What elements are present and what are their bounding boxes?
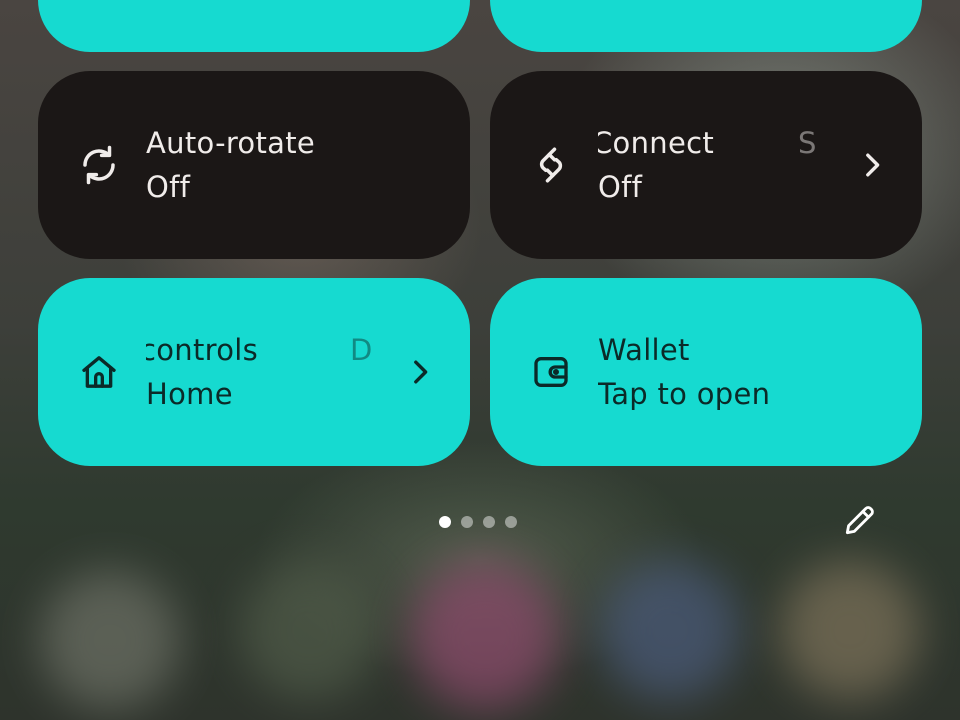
connect-icon [530,144,572,186]
blurred-app-icon [410,560,560,710]
quick-tile-wallet[interactable]: Wallet Tap to open [490,278,922,466]
edit-button[interactable] [838,500,882,544]
tile-status: Off [598,170,643,204]
quick-tile-home-controls[interactable]: controls D Home [38,278,470,466]
chevron-right-icon[interactable] [408,357,432,387]
blurred-app-icon [40,570,180,710]
blurred-app-icon [240,560,380,700]
home-icon [78,351,120,393]
page-dot-active [439,516,451,528]
page-dot [483,516,495,528]
clipped-label-fragment: S [798,126,817,160]
tile-text: Auto-rotate Off [146,121,366,209]
clipped-label-fragment: D [350,333,373,367]
quick-tile-top-left[interactable] [38,0,470,52]
tile-text: controls D Home [146,328,376,416]
rotate-icon [78,144,120,186]
quick-tile-top-right[interactable] [490,0,922,52]
wallet-icon [530,351,572,393]
quick-tile-connect[interactable]: Connect S Off [490,71,922,259]
tile-status: Tap to open [598,377,771,411]
pencil-icon [841,501,879,543]
tile-status: Home [146,377,233,411]
tile-title: controls [146,333,259,367]
quick-tile-auto-rotate[interactable]: Auto-rotate Off [38,71,470,259]
tile-status: Off [146,170,191,204]
tile-text: Wallet Tap to open [598,328,878,416]
page-indicator [439,516,517,528]
page-dot [505,516,517,528]
page-dot [461,516,473,528]
tile-text: Connect S Off [598,121,828,209]
chevron-right-icon[interactable] [860,150,884,180]
tile-title: Connect [598,126,715,160]
tile-title: Wallet [598,333,690,367]
tile-title: Auto-rotate [146,126,316,160]
blurred-app-icon [780,560,920,700]
blurred-app-icon [600,560,740,700]
